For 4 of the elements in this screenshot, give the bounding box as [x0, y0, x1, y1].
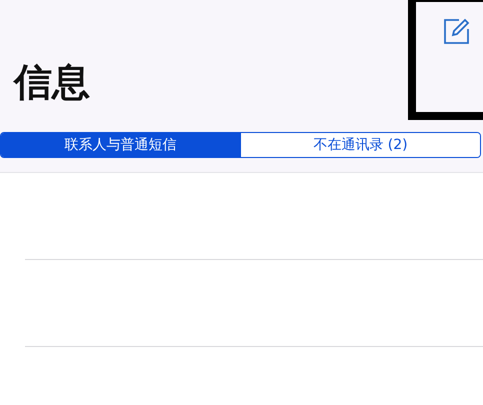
compose-icon[interactable] [443, 17, 471, 45]
segment-tab[interactable]: 联系人与普通短信 [1, 133, 240, 157]
segment-tab[interactable]: 不在通讯录 (2) [240, 133, 480, 157]
page-title: 信息 [14, 62, 90, 104]
